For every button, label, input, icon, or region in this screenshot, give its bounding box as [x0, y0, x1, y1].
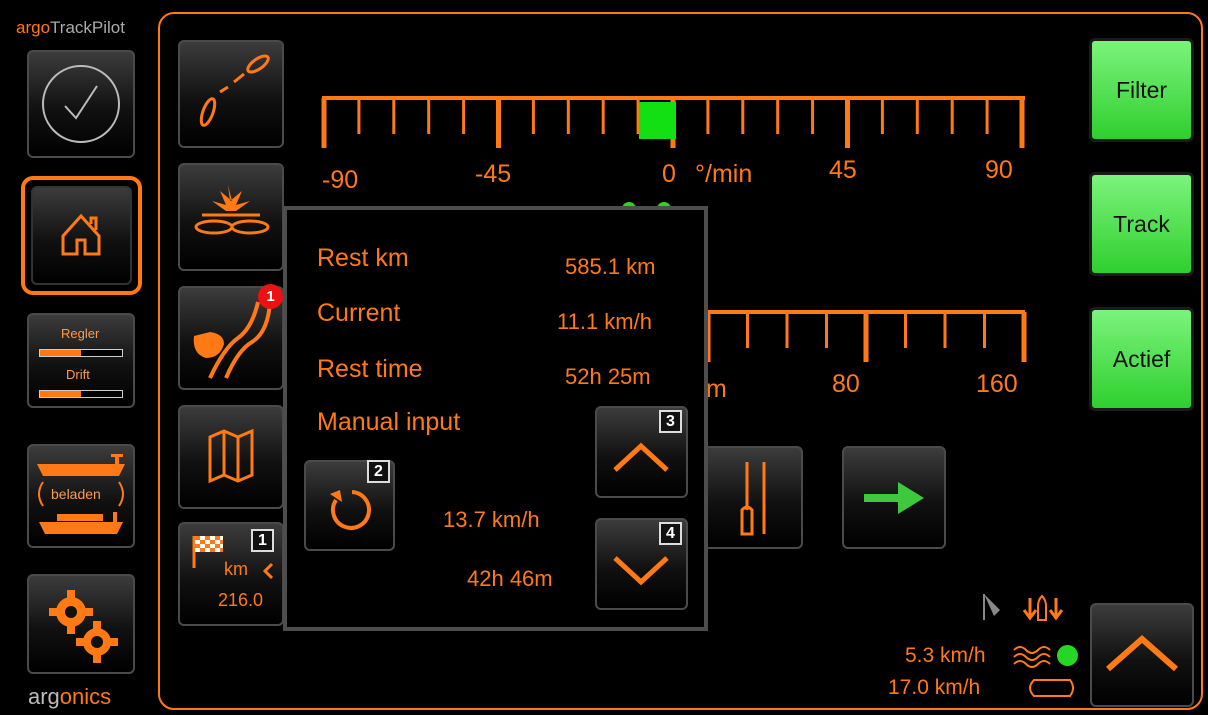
notification-badge: 1: [258, 284, 283, 309]
scale-label-zero: 0: [662, 160, 676, 188]
regler-bar: [39, 349, 123, 357]
chevron-up-icon: [1106, 634, 1178, 672]
map-icon: [208, 428, 254, 484]
rest-time-value: 52h 25m: [565, 364, 651, 389]
scale-label-neg45: -45: [475, 160, 512, 188]
manual-time-value: 42h 46m: [467, 566, 553, 591]
regler-label: Regler: [61, 326, 100, 341]
track-button[interactable]: Track: [1089, 172, 1194, 276]
increase-badge: 3: [659, 410, 682, 433]
speed-scale-unit: m: [706, 375, 727, 403]
gears-icon: [49, 590, 118, 663]
expand-panel-button[interactable]: [1090, 603, 1194, 707]
scale-label-90: 90: [985, 156, 1013, 184]
gps-status-dot: [1057, 645, 1078, 666]
destination-badge: 1: [251, 529, 274, 552]
route-icon: [199, 54, 270, 127]
drift-bar: [39, 390, 123, 398]
decrease-badge: 4: [659, 522, 682, 545]
drift-label: Drift: [66, 367, 90, 382]
app-title: argoTrackPilot: [16, 18, 125, 37]
water-speed: 5.3 km/h: [905, 644, 986, 667]
rest-km-value: 585.1 km: [565, 254, 656, 279]
regler-drift-button[interactable]: Regler Drift: [27, 313, 135, 408]
collision-tool-button[interactable]: [178, 163, 284, 271]
wind-flag-icon: [984, 594, 1000, 616]
collision-icon: [194, 185, 270, 235]
waves-icon: [1013, 646, 1051, 668]
rate-of-turn-scale: [321, 96, 1025, 148]
destination-unit: km: [224, 559, 248, 579]
scale-label-45: 45: [829, 156, 857, 184]
ship-speed: 17.0 km/h: [888, 676, 981, 699]
speed-label-160: 160: [976, 370, 1018, 398]
filter-button[interactable]: Filter: [1089, 38, 1194, 142]
rest-km-label: Rest km: [317, 244, 409, 272]
map-button[interactable]: [178, 405, 284, 509]
ship-icon: [1029, 679, 1074, 697]
route-tool-button[interactable]: [178, 40, 284, 148]
reset-badge: 2: [367, 460, 390, 483]
arrow-right-icon: [864, 482, 924, 514]
status-icons: [983, 594, 1064, 621]
home-button[interactable]: [31, 186, 132, 285]
next-button[interactable]: [842, 446, 946, 549]
speed-scale: [705, 310, 1027, 362]
manual-speed-value: 13.7 km/h: [443, 507, 540, 532]
destination-km-value: 216.0: [218, 590, 264, 610]
footer-logo: argonics: [28, 684, 112, 709]
manual-input-label: Manual input: [317, 408, 461, 436]
confirm-button[interactable]: [27, 50, 135, 158]
scale-label-neg90: -90: [322, 166, 359, 194]
home-icon: [61, 213, 101, 256]
load-label: beladen: [51, 486, 101, 502]
scale-unit: °/min: [695, 160, 753, 188]
lane-button[interactable]: [700, 446, 803, 549]
chevron-left-icon: [262, 562, 274, 580]
current-label: Current: [317, 299, 401, 327]
settings-button[interactable]: [27, 574, 135, 674]
rest-time-label: Rest time: [317, 355, 423, 383]
check-circle-icon: [42, 65, 120, 143]
rate-of-turn-indicator: [639, 102, 676, 139]
depth-arrows-icon: [1022, 598, 1038, 621]
load-state-button[interactable]: beladen: [27, 444, 135, 548]
current-value: 11.1 km/h: [557, 309, 652, 334]
speed-label-80: 80: [832, 370, 860, 398]
active-button[interactable]: Actief: [1089, 307, 1194, 411]
lane-icon: [740, 462, 766, 536]
